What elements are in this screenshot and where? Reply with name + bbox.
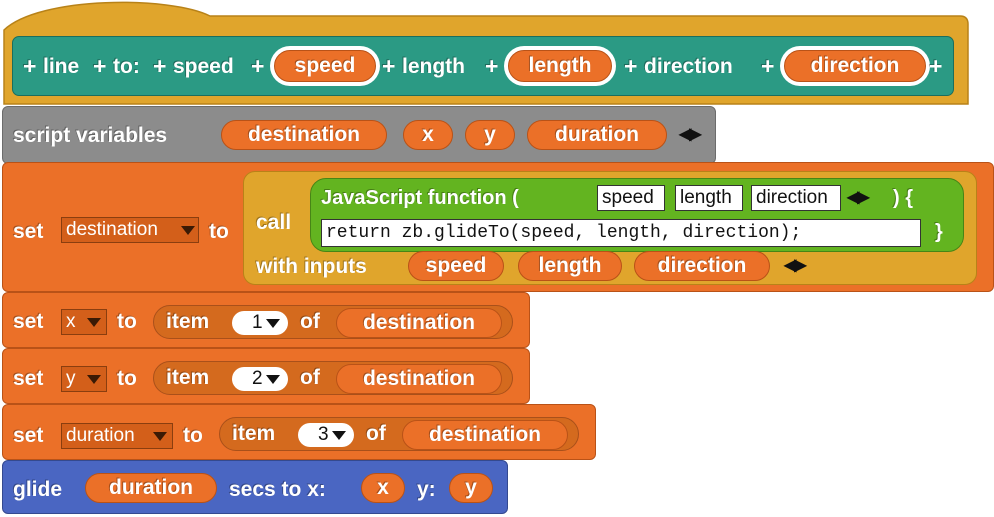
glide-label: glide [13,478,63,501]
list-destination[interactable]: destination [336,308,502,338]
plus-icon[interactable]: + [382,53,395,79]
custom-block-hat[interactable]: + line + to: + speed + speed + length + … [0,0,994,110]
input-speed[interactable]: speed [408,251,504,281]
glide-y[interactable]: y [449,473,493,503]
var-dropdown-value: duration [66,425,135,446]
secs-to-x-label: secs to x: [229,478,326,501]
arrows-icon[interactable]: ◀▶ [679,125,702,145]
to-label: to [209,220,229,243]
item-label: item [166,366,210,389]
var-duration[interactable]: duration [527,120,667,150]
javascript-function-label: JavaScript function ( [321,187,519,209]
chevron-down-icon [266,319,280,328]
word-direction[interactable]: direction [644,54,733,80]
index-value: 2 [252,368,263,389]
param-direction[interactable]: direction [784,50,926,82]
plus-icon[interactable]: + [23,53,36,79]
list-destination[interactable]: destination [336,364,502,394]
item-label: item [166,310,210,333]
of-label: of [300,366,320,389]
of-label: of [366,422,386,445]
plus-icon[interactable]: + [624,53,637,79]
set-y-block[interactable]: set y to item 2 of destination [2,348,530,404]
y-label: y: [417,478,436,501]
plus-icon[interactable]: + [761,53,774,79]
glide-block[interactable]: glide duration secs to x: x y: y [2,460,508,514]
input-length[interactable]: length [518,251,622,281]
var-dropdown-destination[interactable]: destination [61,217,199,243]
var-y[interactable]: y [465,120,515,150]
set-destination-block[interactable]: set destination to call JavaScript funct… [2,162,994,292]
index-value: 1 [252,312,263,333]
word-length[interactable]: length [402,54,465,80]
to-label: to [183,424,203,447]
set-x-block[interactable]: set x to item 1 of destination [2,292,530,348]
chevron-down-icon [153,432,167,441]
js-param-speed[interactable]: speed [597,185,665,211]
chevron-down-icon [87,318,101,327]
js-code-field[interactable]: return zb.glideTo(speed, length, directi… [321,219,921,247]
arrows-icon[interactable]: ◀▶ [784,256,807,276]
var-x[interactable]: x [403,120,453,150]
call-block[interactable]: call JavaScript function ( speed length … [243,171,977,285]
plus-icon[interactable]: + [153,53,166,79]
js-close-brace: } [935,221,943,243]
var-dropdown-value: y [66,368,76,389]
script-variables-block[interactable]: script variables destination x y duratio… [2,106,716,164]
set-label: set [13,220,44,243]
js-param-length[interactable]: length [675,185,743,211]
var-dropdown-value: x [66,311,76,332]
word-speed[interactable]: speed [173,54,234,80]
plus-icon[interactable]: + [485,53,498,79]
set-label: set [13,367,44,390]
chevron-down-icon [266,375,280,384]
prototype-block[interactable]: + line + to: + speed + speed + length + … [12,36,954,96]
set-duration-block[interactable]: set duration to item 3 of destination [2,404,596,460]
chevron-down-icon [87,375,101,384]
glide-x[interactable]: x [361,473,405,503]
param-speed[interactable]: speed [274,50,376,82]
item-of-block[interactable]: item 2 of destination [153,361,513,395]
input-direction[interactable]: direction [634,251,770,281]
js-close-paren: ) { [893,187,913,209]
chevron-down-icon [332,431,346,440]
plus-icon[interactable]: + [93,53,106,79]
item-of-block[interactable]: item 1 of destination [153,305,513,339]
set-label: set [13,424,44,447]
var-dropdown-value: destination [66,219,158,240]
script-variables-label: script variables [13,124,168,147]
list-destination[interactable]: destination [402,420,568,450]
word-line[interactable]: line [43,54,79,80]
plus-icon[interactable]: + [251,53,264,79]
call-label: call [256,211,292,234]
item-label: item [232,422,276,445]
index-value: 3 [318,424,329,445]
var-destination[interactable]: destination [221,120,387,150]
plus-icon[interactable]: + [929,53,942,79]
chevron-down-icon [181,226,195,235]
with-inputs-label: with inputs [256,255,367,278]
to-label: to [117,367,137,390]
arrows-icon[interactable]: ◀▶ [847,188,870,208]
item-of-block[interactable]: item 3 of destination [219,417,579,451]
of-label: of [300,310,320,333]
set-label: set [13,310,44,333]
glide-duration[interactable]: duration [85,473,217,503]
javascript-function-block[interactable]: JavaScript function ( speed length direc… [310,178,964,252]
word-to[interactable]: to: [113,54,140,80]
to-label: to [117,310,137,333]
js-param-direction[interactable]: direction [751,185,841,211]
param-length[interactable]: length [508,50,612,82]
